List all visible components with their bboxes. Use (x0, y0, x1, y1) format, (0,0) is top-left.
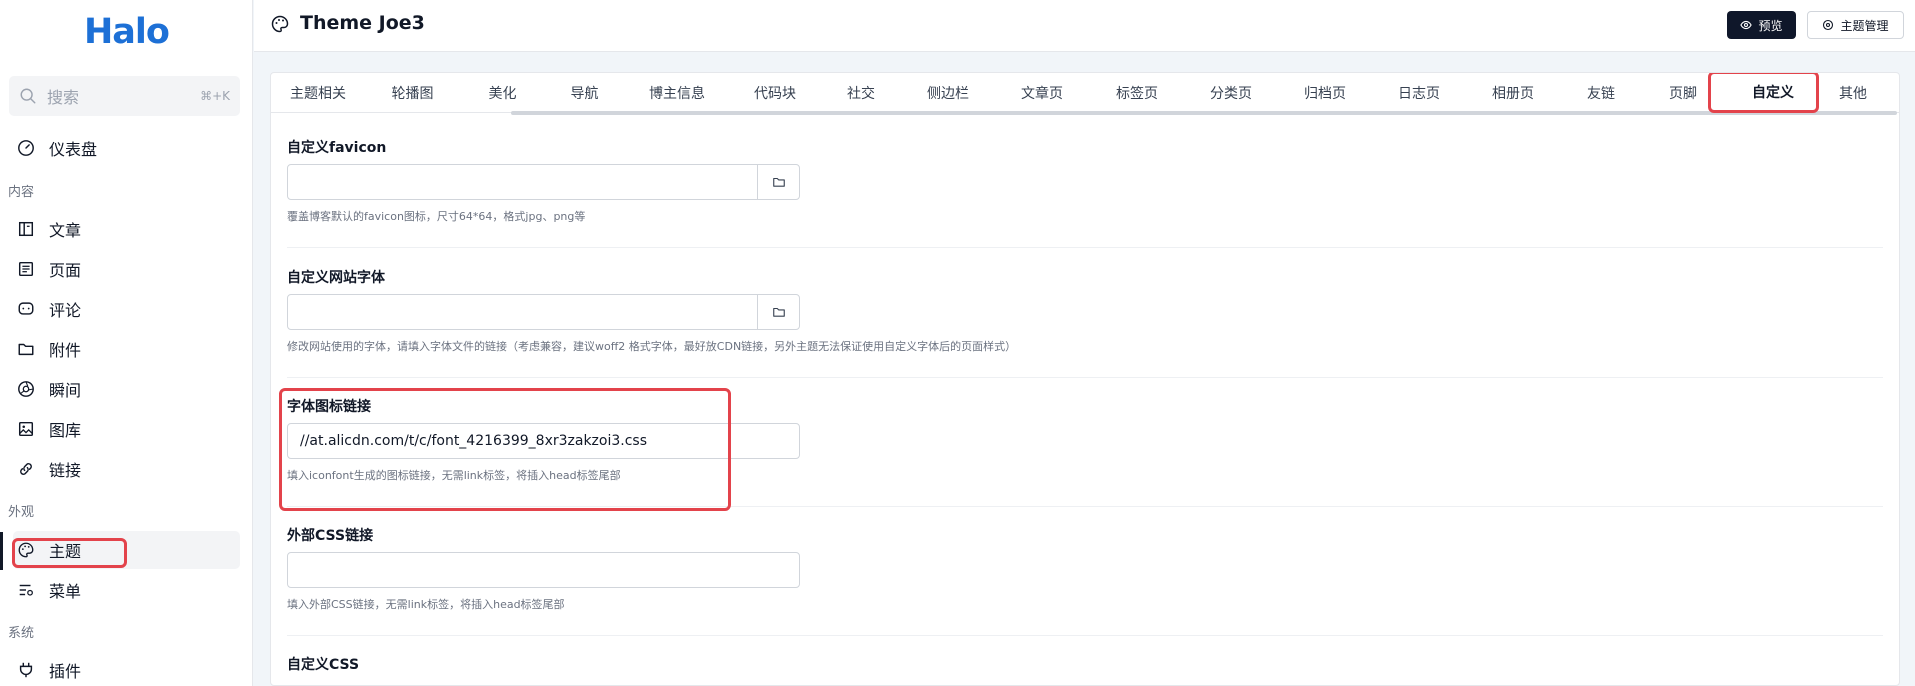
tab-6[interactable]: 社交 (820, 73, 902, 113)
sidebar-item-label: 瞬间 (49, 381, 82, 400)
search-shortcut: ⌘+K (200, 89, 230, 103)
sidebar: Halo 搜索 ⌘+K 仪表盘 内容 文章 页面 评论 附件 瞬间 图库 链接 … (0, 0, 253, 686)
menu-settings-icon (17, 581, 35, 599)
section-label-content: 内容 (8, 185, 35, 200)
folder-icon (772, 307, 785, 317)
search-placeholder: 搜索 (47, 88, 80, 107)
field-help: 修改网站使用的字体，请填入字体文件的链接（考虑兼容，建议woff2 格式字体，最… (287, 340, 1017, 353)
dashboard-icon (17, 139, 35, 157)
folder-icon (772, 177, 785, 187)
eye-icon (1740, 20, 1753, 30)
tab-2[interactable]: 美化 (460, 73, 545, 113)
tab-bar: 主题相关 轮播图 美化 导航 博主信息 代码块 社交 侧边栏 文章页 标签页 分类页 归档页 日志页 相册… (271, 73, 1899, 113)
field-label: 外部CSS链接 (287, 528, 374, 544)
search-box[interactable]: 搜索 ⌘+K (9, 76, 240, 116)
field-label: 自定义favicon (287, 140, 387, 156)
field-custom-font: 自定义网站字体 修改网站使用的字体，请填入字体文件的链接（考虑兼容，建议woff… (287, 267, 1887, 367)
tab-12[interactable]: 日志页 (1372, 73, 1466, 113)
tab-13[interactable]: 相册页 (1466, 73, 1560, 113)
field-help: 填入外部CSS链接，无需link标签，将插入head标签尾部 (287, 598, 565, 611)
plug-icon (17, 661, 35, 679)
tab-14[interactable]: 友链 (1560, 73, 1642, 113)
image-icon (17, 420, 35, 438)
section-label-system: 系统 (8, 626, 35, 641)
book-icon (17, 220, 35, 238)
sidebar-item-posts[interactable]: 文章 (13, 210, 240, 248)
sidebar-item-label: 菜单 (49, 582, 82, 601)
favicon-input[interactable] (287, 164, 800, 200)
page-header: Theme Joe3 预览 主题管理 (254, 0, 1915, 52)
sidebar-item-plugins[interactable]: 插件 (13, 651, 240, 686)
settings-card: 主题相关 轮播图 美化 导航 博主信息 代码块 社交 侧边栏 文章页 标签页 分类页 归档页 日志页 相册… (270, 72, 1900, 686)
link-icon (17, 460, 35, 478)
page-title: Theme Joe3 (300, 12, 425, 34)
divider (287, 247, 1883, 248)
sidebar-item-photos[interactable]: 图库 (13, 410, 240, 448)
tab-8[interactable]: 文章页 (994, 73, 1090, 113)
highlight-annotation (12, 538, 127, 568)
preview-button-label: 预览 (1758, 18, 1783, 33)
preview-button[interactable]: 预览 (1727, 11, 1796, 39)
tab-1[interactable]: 轮播图 (365, 73, 460, 113)
custom-font-input[interactable] (287, 294, 800, 330)
sidebar-item-label: 文章 (49, 221, 82, 240)
tab-3[interactable]: 导航 (545, 73, 624, 113)
sidebar-item-label: 评论 (49, 301, 82, 320)
sidebar-item-attachments[interactable]: 附件 (13, 330, 240, 368)
attachment-picker-button[interactable] (757, 295, 799, 329)
external-css-input[interactable] (287, 552, 800, 588)
aperture-icon (17, 380, 35, 398)
theme-manage-button[interactable]: 主题管理 (1807, 11, 1904, 39)
tab-11[interactable]: 归档页 (1278, 73, 1372, 113)
sidebar-item-dashboard[interactable]: 仪表盘 (13, 129, 240, 167)
field-favicon: 自定义favicon 覆盖博客默认的favicon图标，尺寸64*64，格式jp… (287, 137, 1887, 237)
highlight-annotation (279, 388, 731, 511)
sidebar-item-links[interactable]: 链接 (13, 450, 240, 488)
theme-manage-button-label: 主题管理 (1840, 18, 1889, 33)
page-icon (17, 260, 35, 278)
sidebar-item-comments[interactable]: 评论 (13, 290, 240, 328)
sidebar-item-label: 仪表盘 (49, 140, 98, 159)
field-external-css: 外部CSS链接 填入外部CSS链接，无需link标签，将插入head标签尾部 (287, 525, 1887, 625)
logo-text: Halo (84, 12, 170, 52)
field-help: 覆盖博客默认的favicon图标，尺寸64*64，格式jpg、png等 (287, 210, 586, 223)
active-indicator (0, 532, 3, 570)
sidebar-item-label: 链接 (49, 461, 82, 480)
sidebar-item-label: 图库 (49, 421, 82, 440)
section-label-appearance: 外观 (8, 505, 35, 520)
settings-icon (1823, 19, 1834, 31)
logo[interactable]: Halo (0, 0, 253, 64)
sidebar-item-label: 页面 (49, 261, 82, 280)
palette-icon (271, 15, 289, 33)
comment-icon (17, 300, 35, 318)
sidebar-item-menus[interactable]: 菜单 (13, 571, 240, 609)
divider (287, 635, 1883, 636)
highlight-annotation (1708, 73, 1819, 113)
sidebar-item-pages[interactable]: 页面 (13, 250, 240, 288)
sidebar-item-moments[interactable]: 瞬间 (13, 370, 240, 408)
field-label: 自定义CSS (287, 657, 360, 673)
divider (287, 377, 1883, 378)
search-icon (20, 88, 36, 104)
tab-4[interactable]: 博主信息 (624, 73, 730, 113)
field-custom-css: 自定义CSS (287, 654, 1887, 684)
tab-7[interactable]: 侧边栏 (902, 73, 994, 113)
sidebar-item-label: 附件 (49, 341, 82, 360)
tab-10[interactable]: 分类页 (1184, 73, 1278, 113)
sidebar-item-label: 插件 (49, 662, 82, 681)
tab-5[interactable]: 代码块 (730, 73, 820, 113)
tab-17[interactable]: 其他 (1822, 73, 1884, 113)
tab-0[interactable]: 主题相关 (271, 73, 365, 113)
tab-9[interactable]: 标签页 (1090, 73, 1184, 113)
folder-icon (17, 340, 35, 358)
tab-scrollbar[interactable] (511, 111, 1897, 115)
attachment-picker-button[interactable] (757, 165, 799, 199)
field-label: 自定义网站字体 (287, 270, 385, 286)
